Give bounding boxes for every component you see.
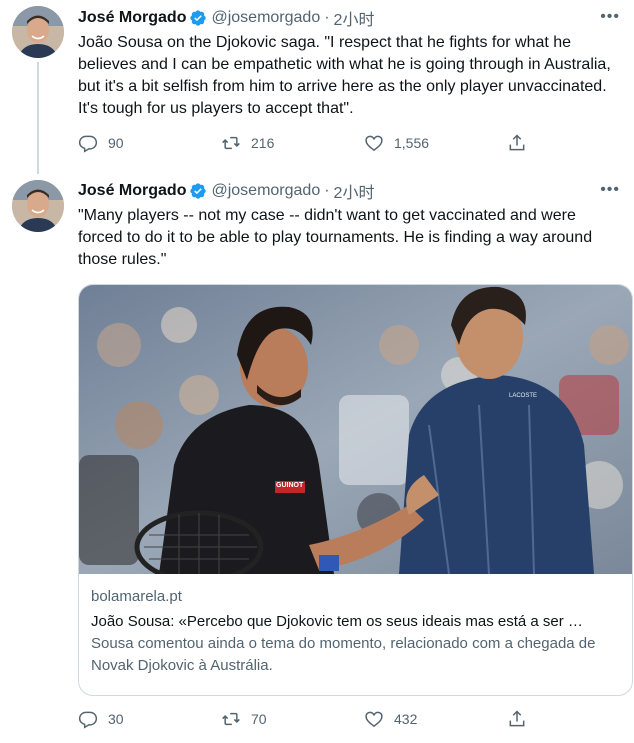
reply-count: 90 bbox=[108, 135, 124, 151]
separator-dot: · bbox=[324, 182, 330, 199]
action-bar: 90 216 1,556 bbox=[78, 132, 558, 154]
author-name[interactable]: José Morgado bbox=[78, 9, 186, 27]
tweet[interactable]: José Morgado @josemorgado · 2小时 ••• João… bbox=[0, 0, 634, 174]
tweet-text: João Sousa on the Djokovic saga. "I resp… bbox=[78, 34, 611, 117]
reply-icon bbox=[78, 711, 98, 729]
retweet-icon bbox=[222, 136, 240, 150]
retweet-button[interactable]: 70 bbox=[221, 709, 364, 729]
card-title: João Sousa: «Percebo que Djokovic tem os… bbox=[91, 613, 583, 630]
verified-badge-icon bbox=[190, 10, 207, 26]
heart-icon bbox=[365, 711, 383, 728]
timestamp[interactable]: 2小时 bbox=[334, 179, 375, 203]
heart-icon bbox=[365, 135, 383, 152]
share-icon bbox=[509, 134, 525, 151]
verified-badge-icon bbox=[190, 183, 207, 199]
like-button[interactable]: 432 bbox=[364, 709, 507, 729]
timestamp[interactable]: 2小时 bbox=[334, 6, 375, 30]
tennis-players-photo bbox=[79, 285, 632, 574]
avatar[interactable] bbox=[12, 180, 64, 232]
retweet-button[interactable]: 216 bbox=[221, 133, 364, 153]
retweet-count: 70 bbox=[251, 711, 267, 727]
like-count: 1,556 bbox=[394, 135, 430, 151]
more-icon[interactable]: ••• bbox=[600, 181, 620, 199]
author-handle[interactable]: @josemorgado bbox=[211, 182, 320, 200]
reply-count: 30 bbox=[108, 711, 124, 727]
author-handle[interactable]: @josemorgado bbox=[211, 9, 320, 27]
retweet-icon bbox=[222, 712, 240, 726]
action-bar: 30 70 432 bbox=[78, 708, 558, 730]
card-image[interactable]: GUINOT LACOSTE bbox=[79, 285, 632, 574]
like-button[interactable]: 1,556 bbox=[364, 133, 507, 153]
retweet-count: 216 bbox=[251, 135, 275, 151]
tweet[interactable]: José Morgado @josemorgado · 2小时 ••• "Man… bbox=[0, 170, 634, 743]
reply-button[interactable]: 30 bbox=[78, 709, 221, 729]
share-icon bbox=[509, 710, 525, 727]
share-button[interactable] bbox=[507, 133, 537, 153]
tweet-text: "Many players -- not my case -- didn't w… bbox=[78, 207, 593, 268]
like-count: 432 bbox=[394, 711, 418, 727]
share-button[interactable] bbox=[507, 709, 537, 729]
card-domain: bolamarela.pt bbox=[91, 588, 182, 605]
shirt-logo-left: GUINOT bbox=[276, 482, 304, 489]
separator-dot: · bbox=[324, 9, 330, 26]
thread-connector-line bbox=[37, 62, 39, 174]
tweet-header: José Morgado @josemorgado · 2小时 ••• bbox=[78, 180, 622, 202]
link-card[interactable]: GUINOT LACOSTE bolamarela.pt João Sousa:… bbox=[78, 284, 633, 696]
shirt-logo-right: LACOSTE bbox=[509, 393, 538, 399]
tweet-header: José Morgado @josemorgado · 2小时 ••• bbox=[78, 7, 622, 29]
card-body: bolamarela.pt João Sousa: «Percebo que D… bbox=[79, 575, 632, 689]
more-icon[interactable]: ••• bbox=[600, 8, 620, 26]
avatar[interactable] bbox=[12, 6, 64, 58]
card-description: Sousa comentou ainda o tema do momento, … bbox=[91, 635, 596, 674]
reply-icon bbox=[78, 135, 98, 153]
reply-button[interactable]: 90 bbox=[78, 133, 221, 153]
author-name[interactable]: José Morgado bbox=[78, 182, 186, 200]
